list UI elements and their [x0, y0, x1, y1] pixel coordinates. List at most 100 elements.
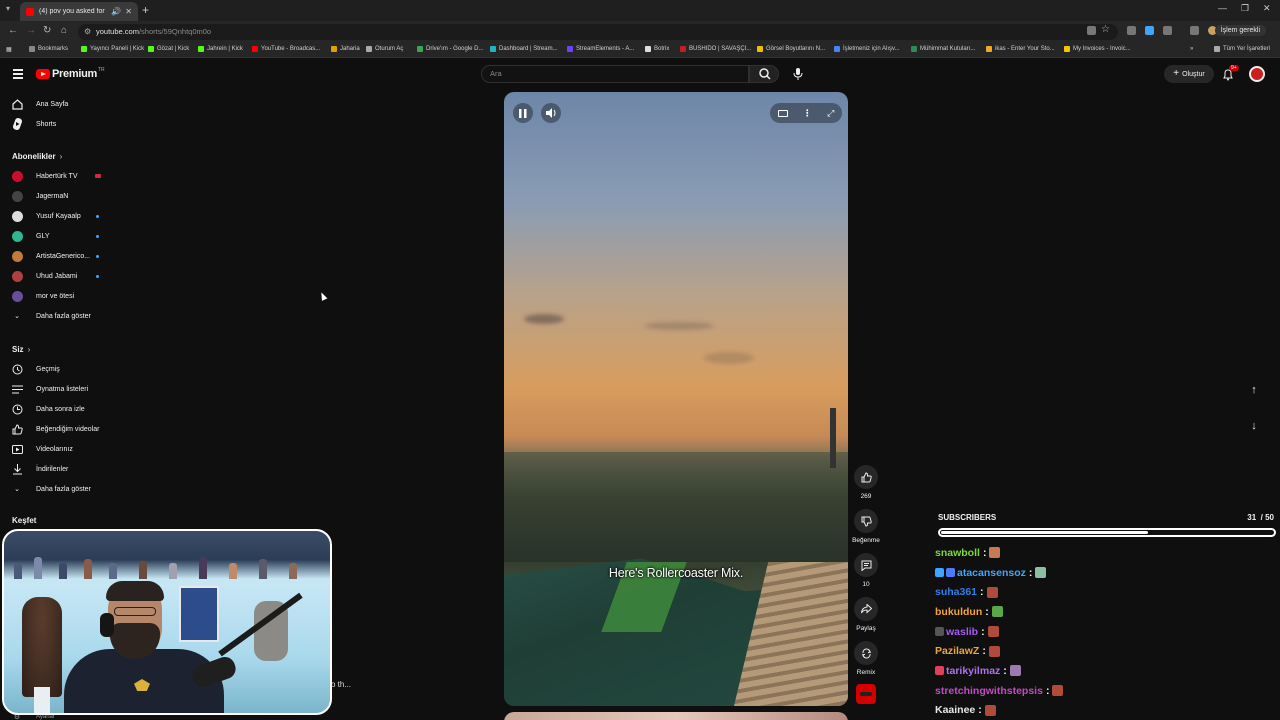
bookmark-item[interactable]: Gözat | Kick [148, 46, 189, 52]
bookmark-item[interactable]: Drive'ım - Google D... [417, 46, 484, 52]
subscriptions-heading[interactable]: Abonelikler › [12, 152, 62, 161]
bookmark-item[interactable]: BUSHIDO | SAVAŞÇI... [680, 46, 751, 52]
chevron-right-icon: › [27, 345, 31, 354]
more-options-icon[interactable]: ⋮ [803, 108, 812, 119]
sidebar-item-label: Daha sonra izle [36, 405, 85, 413]
subscribers-count: 31 / 50 [1247, 513, 1274, 522]
guide-menu-icon[interactable] [13, 69, 23, 81]
plus-icon: + [1173, 68, 1180, 79]
channel-avatar [11, 210, 23, 222]
sidebar-item-you[interactable]: Oynatma listeleri [0, 379, 120, 399]
sidebar-item-you[interactable]: Daha sonra izle [0, 399, 120, 419]
sidebar-item-channel[interactable]: Habertürk TV [0, 166, 120, 186]
browser-tab-active[interactable]: (4) pov you asked for a vi... 🔊 ✕ [20, 2, 138, 21]
bookmark-item[interactable]: Botrix [645, 46, 669, 52]
site-info-icon[interactable]: ⚙ [84, 24, 91, 40]
back-icon[interactable]: ← [8, 25, 18, 36]
maximize-icon[interactable]: ❐ [1241, 3, 1249, 14]
chat-message: PazilawZ: [935, 641, 1275, 661]
bookmark-item[interactable]: Görsel Boyutlarını N... [757, 46, 825, 52]
sidebar-item-channel[interactable]: GLY [0, 226, 120, 246]
subscriptions-heading-label: Abonelikler [12, 152, 56, 161]
window-close-icon[interactable]: ✕ [1263, 3, 1271, 14]
sidebar-item-you[interactable]: Geçmiş [0, 359, 120, 379]
captions-icon[interactable] [777, 109, 788, 117]
bookmark-item[interactable]: Oturum Aç [366, 46, 403, 52]
volume-button[interactable] [541, 103, 561, 123]
chat-emote-icon [989, 547, 1001, 559]
comment-count: 10 [862, 581, 870, 588]
new-tab-icon[interactable]: + [142, 3, 149, 17]
reload-icon[interactable]: ↻ [43, 25, 51, 36]
show-more-subscriptions[interactable]: ⌄ Daha fazla göster [0, 306, 120, 326]
fullscreen-icon[interactable]: ⤢ [827, 108, 834, 119]
bookmark-item[interactable]: Mühimmat Kutuları... [911, 46, 975, 52]
notifications-button[interactable]: 9+ [1222, 65, 1239, 86]
bookmarks-overflow-icon[interactable]: » [1190, 46, 1193, 52]
next-short-arrow-icon[interactable]: ↓ [1245, 417, 1263, 435]
sidebar-item-shorts[interactable]: Shorts [0, 114, 120, 134]
sidebar-item-home[interactable]: Ana Sayfa [0, 94, 120, 114]
youtube-premium-logo[interactable]: Premium TR [36, 67, 105, 80]
bookmark-item[interactable]: YouTube - Broadcas... [252, 46, 320, 52]
media-control-icon[interactable] [1190, 26, 1199, 35]
bookmark-favicon-icon [645, 46, 651, 52]
subscribers-goal-widget: SUBSCRIBERS 31 / 50 [938, 513, 1278, 537]
dislike-button[interactable]: Beğenme [852, 509, 880, 544]
account-avatar[interactable] [1249, 66, 1265, 82]
bookmark-label: StreamElements - A... [576, 46, 635, 52]
previous-short-arrow-icon[interactable]: ↑ [1245, 381, 1263, 399]
extensions-puzzle-icon[interactable] [1163, 26, 1172, 35]
tab-title: (4) pov you asked for a vi... [39, 8, 107, 15]
tab-search-icon[interactable]: ▾ [6, 4, 10, 13]
profile-status-chip[interactable]: İşlem gerekli [1214, 25, 1266, 36]
bookmark-item[interactable]: Jahrein | Kick [198, 46, 243, 52]
home-icon[interactable]: ⌂ [61, 25, 67, 36]
extension-icon[interactable] [1127, 26, 1136, 35]
microphone-icon[interactable] [792, 68, 804, 80]
tab-close-icon[interactable]: ✕ [125, 7, 132, 16]
bookmark-item[interactable]: Dashboard | Stream... [490, 46, 558, 52]
sidebar-item-you[interactable]: İndirilenler [0, 459, 120, 479]
forward-icon[interactable]: → [26, 25, 36, 36]
share-button[interactable]: Paylaş [852, 597, 880, 632]
bookmark-label: Görsel Boyutlarını N... [766, 46, 826, 52]
audio-playing-icon[interactable]: 🔊 [111, 7, 121, 16]
new-content-dot [96, 254, 99, 258]
show-more-you[interactable]: ⌄ Daha fazla göster [0, 479, 120, 499]
other-bookmarks[interactable]: Tüm Yer İşaretleri [1214, 46, 1270, 52]
address-bar[interactable]: ⚙ youtube.com/shorts/59Qnhtq0m0o [78, 24, 1118, 40]
like-button[interactable]: 269 [852, 465, 880, 500]
sidebar-item-channel[interactable]: JagermaN [0, 186, 120, 206]
bookmark-item[interactable]: ikas - Enter Your Sto... [986, 46, 1055, 52]
bookmark-star-icon[interactable]: ☆ [1101, 24, 1110, 35]
sound-thumbnail[interactable] [856, 684, 876, 704]
bookmark-favicon-icon [417, 46, 423, 52]
pause-button[interactable] [513, 103, 533, 123]
extension-icon[interactable] [1145, 26, 1154, 35]
sidebar-item-you[interactable]: Beğendiğim videolar [0, 419, 120, 439]
bookmark-item[interactable]: My Invoices - Invoic... [1064, 46, 1131, 52]
next-short-preview[interactable] [504, 712, 848, 720]
sidebar-item-channel[interactable]: Uhud Jabami [0, 266, 120, 286]
chat-message: tarikyilmaz: [935, 661, 1275, 681]
sidebar-item-channel[interactable]: Yusuf Kayaalp [0, 206, 120, 226]
bookmark-item[interactable]: StreamElements - A... [567, 46, 634, 52]
sidebar-item-channel[interactable]: ArtistaGenerico... [0, 246, 120, 266]
sidebar-item-you[interactable]: Videolarınız [0, 439, 120, 459]
comments-button[interactable]: 10 [852, 553, 880, 588]
bookmark-item[interactable]: Jaharia [331, 46, 360, 52]
you-heading[interactable]: Siz › [12, 345, 30, 354]
bookmark-item[interactable]: Bookmarks [29, 46, 68, 52]
bookmark-item[interactable]: İşletmeniz için Alışv... [834, 46, 900, 52]
apps-grid-icon[interactable]: ▦ [6, 46, 12, 53]
shorts-video-player[interactable]: ⋮ ⤢ Here's Rollercoaster Mix. [504, 92, 848, 706]
sidebar-item-channel[interactable]: mor ve ötesi [0, 286, 120, 306]
install-app-icon[interactable] [1087, 26, 1096, 35]
search-input[interactable]: Ara [481, 65, 749, 83]
search-button[interactable] [749, 65, 779, 83]
create-button[interactable]: + Oluştur [1164, 65, 1214, 83]
minimize-icon[interactable]: — [1218, 3, 1227, 13]
remix-button[interactable]: Remix [852, 641, 880, 676]
bookmark-item[interactable]: Yayıncı Paneli | Kick [81, 46, 144, 52]
